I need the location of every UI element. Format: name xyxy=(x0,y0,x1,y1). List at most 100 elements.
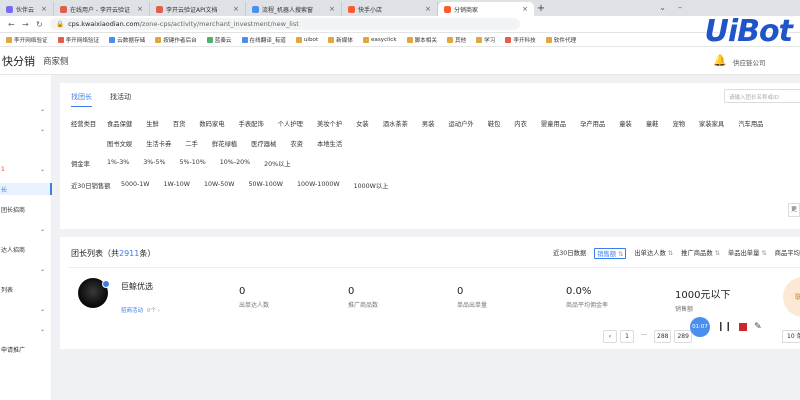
filter-option[interactable]: 1%-3% xyxy=(107,159,129,168)
sidebar-item[interactable]: ⌄ xyxy=(0,323,52,335)
bookmark-item[interactable]: easyclick xyxy=(362,36,397,43)
sort-option[interactable]: 单品出单量 xyxy=(728,248,767,259)
browser-tab[interactable]: 伙伴云 × xyxy=(0,2,54,16)
stop-icon[interactable] xyxy=(739,323,748,331)
sidebar-item[interactable]: ⌄ xyxy=(0,303,52,315)
browser-tab[interactable]: 在线用户 - 李开云验证 × xyxy=(54,2,150,16)
filter-option[interactable]: 3%-5% xyxy=(143,159,165,168)
filter-option[interactable]: 食品保健 xyxy=(107,119,132,128)
sidebar-item[interactable]: ⌄ xyxy=(0,223,52,235)
bookmark-item[interactable]: 李开网络验证 xyxy=(6,36,48,44)
filter-option[interactable]: 图书文娱 xyxy=(107,139,132,148)
browser-tab[interactable]: 快手小店 × xyxy=(342,2,438,16)
bell-icon[interactable]: 🔔 xyxy=(713,54,727,67)
filter-option[interactable]: 家装家具 xyxy=(699,119,724,128)
bookmark-item[interactable]: 学习 xyxy=(476,36,495,44)
filter-option[interactable]: 美妆个护 xyxy=(317,119,342,128)
filter-option[interactable]: 生活卡券 xyxy=(146,139,171,148)
minimize-icon[interactable]: – xyxy=(678,3,682,12)
bookmark-item[interactable]: 李开科技 xyxy=(505,36,536,44)
bookmark-item[interactable]: 按键作者后台 xyxy=(155,36,197,44)
sort-option[interactable]: 推广商品数 xyxy=(681,248,720,259)
url-input[interactable]: 🔒 cps.kwaixiaodian.com/zone-cps/activity… xyxy=(50,18,520,30)
tab-find-leader[interactable]: 找团长 xyxy=(71,92,92,107)
close-icon[interactable]: × xyxy=(522,5,528,13)
filter-option[interactable]: 汽车用品 xyxy=(738,119,763,128)
pause-icon[interactable]: ❙❙ xyxy=(717,322,732,332)
leader-name[interactable]: 巨鲸优选 xyxy=(121,281,153,292)
bookmark-item[interactable]: 脚本相关 xyxy=(406,36,437,44)
filter-option[interactable]: 宠物 xyxy=(672,119,685,128)
bookmark-item[interactable]: 在线翻译_有道 xyxy=(241,36,286,44)
prev-page-button[interactable]: ‹ xyxy=(603,330,617,343)
page-button[interactable]: ··· xyxy=(637,330,651,343)
filter-option[interactable]: 20%以上 xyxy=(264,159,291,168)
filter-option[interactable]: 农资 xyxy=(290,139,303,148)
bookmark-item[interactable]: uibot xyxy=(295,36,318,43)
filter-option[interactable]: 10W-50W xyxy=(204,181,235,190)
filter-option[interactable]: 50W-100W xyxy=(249,181,284,190)
close-icon[interactable]: × xyxy=(137,5,143,13)
sidebar-item[interactable] xyxy=(0,143,52,155)
contact-button[interactable]: 联系 xyxy=(783,277,800,317)
sidebar-item[interactable]: 达人招商 xyxy=(0,243,52,255)
filter-option[interactable]: 男装 xyxy=(422,119,435,128)
filter-option[interactable]: 女装 xyxy=(356,119,369,128)
sidebar-item[interactable]: 列表 xyxy=(0,283,52,295)
sort-option[interactable]: 出单达人数 xyxy=(634,248,673,259)
filter-option[interactable]: 鲜花绿植 xyxy=(212,139,237,148)
bookmark-item[interactable]: 其他 xyxy=(446,36,466,44)
sidebar-item[interactable]: ⌄ xyxy=(0,103,52,115)
sidebar-item[interactable]: 团长招商 xyxy=(0,203,52,215)
filter-option[interactable]: 1000W以上 xyxy=(354,181,389,190)
filter-option[interactable]: 孕产用品 xyxy=(580,119,605,128)
pen-icon[interactable]: ✎ xyxy=(754,322,762,332)
close-icon[interactable]: × xyxy=(425,5,431,13)
recruit-activity-link[interactable]: 招商活动 0个 › xyxy=(121,306,160,314)
filter-option[interactable]: 生鲜 xyxy=(146,119,159,128)
shop-name[interactable]: 供应链公司 xyxy=(733,57,766,67)
filter-option[interactable]: 百货 xyxy=(173,119,186,128)
reload-icon[interactable]: ↻ xyxy=(36,20,46,29)
sidebar-item[interactable]: ⌄ xyxy=(0,123,52,135)
more-filter-button[interactable]: 更 xyxy=(788,203,800,217)
close-icon[interactable]: × xyxy=(233,5,239,13)
filter-option[interactable]: 运动户外 xyxy=(449,119,474,128)
table-row[interactable]: 巨鲸优选 招商活动 0个 › 0 出单达人数 0 推广商品数 0 单品出单量 0.… xyxy=(69,267,800,319)
new-tab-button[interactable]: + xyxy=(534,2,548,16)
chevron-down-icon[interactable]: ⌄ xyxy=(659,3,666,12)
filter-option[interactable]: 个人护理 xyxy=(278,119,303,128)
sidebar-item[interactable]: 1 ⌄ xyxy=(0,163,52,175)
filter-option[interactable]: 本地生活 xyxy=(317,139,342,148)
filter-option[interactable]: 1W-10W xyxy=(164,181,191,190)
page-size-select[interactable]: 10 条 xyxy=(782,330,800,343)
tab-find-activity[interactable]: 找活动 xyxy=(110,92,131,107)
filter-option[interactable]: 10%-20% xyxy=(220,159,250,168)
filter-option[interactable]: 鞋包 xyxy=(488,119,501,128)
bookmark-item[interactable]: 蓝奏云 xyxy=(206,36,232,44)
filter-option[interactable]: 数码家电 xyxy=(199,119,224,128)
search-input[interactable]: 请输入团长名称或ID xyxy=(724,89,800,103)
filter-option[interactable]: 酒水茶茶 xyxy=(383,119,408,128)
bookmark-item[interactable]: 软件代理 xyxy=(545,36,576,44)
close-icon[interactable]: × xyxy=(41,5,47,13)
filter-option[interactable]: 内衣 xyxy=(514,119,527,128)
sidebar-item[interactable]: ⌄ xyxy=(0,263,52,275)
filter-option[interactable]: 100W-1000W xyxy=(297,181,340,190)
sort-option[interactable]: 商品平均佣 xyxy=(775,248,800,259)
forward-icon[interactable]: → xyxy=(22,20,32,29)
browser-tab[interactable]: 李开云验证API文档 × xyxy=(150,2,246,16)
sidebar-item[interactable]: 长 xyxy=(0,183,52,195)
filter-option[interactable]: 5%-10% xyxy=(180,159,206,168)
recording-timer[interactable]: 01:07 xyxy=(690,317,710,337)
filter-option[interactable]: 5000-1W xyxy=(121,181,150,190)
page-button[interactable]: 288 xyxy=(654,330,672,343)
filter-option[interactable]: 手表配饰 xyxy=(239,119,264,128)
bookmark-item[interactable]: 云数据存储 xyxy=(109,36,145,44)
page-button[interactable]: 1 xyxy=(620,330,634,343)
back-icon[interactable]: ← xyxy=(8,20,18,29)
filter-option[interactable]: 医疗器械 xyxy=(251,139,276,148)
browser-tab[interactable]: 流程_机器人搜索窗 × xyxy=(246,2,342,16)
sidebar-item[interactable]: 申请推广 xyxy=(0,343,52,355)
browser-tab-active[interactable]: 分销商家 × xyxy=(438,2,534,16)
